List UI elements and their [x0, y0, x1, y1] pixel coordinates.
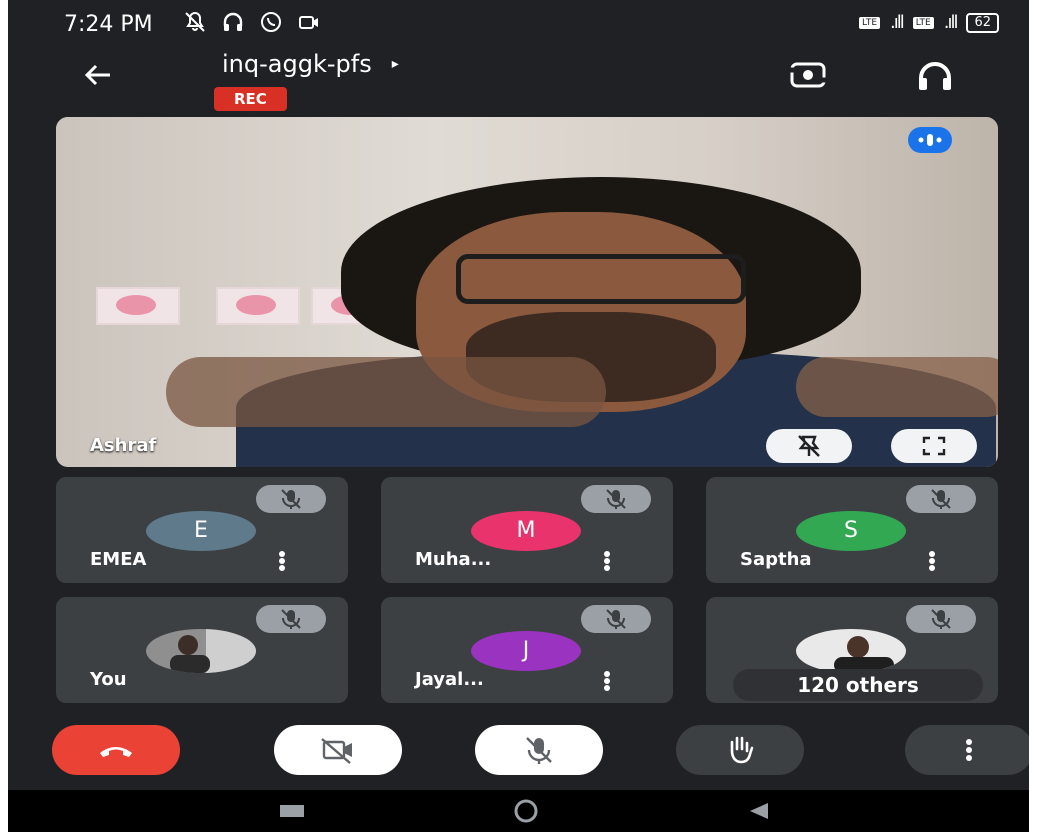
avatar: M	[471, 511, 581, 551]
mic-off-icon	[906, 605, 976, 633]
fullscreen-button[interactable]	[891, 429, 977, 463]
participant-name: Saptha	[740, 549, 812, 570]
participant-tile[interactable]: E EMEA	[56, 477, 348, 583]
video-person-hand	[796, 357, 998, 417]
switch-camera-icon	[788, 62, 828, 88]
fullscreen-icon	[922, 436, 946, 456]
signal-bars-icon: .ıll	[890, 12, 905, 33]
triangle-back-icon	[750, 803, 768, 819]
lte-signal-icon: LTE	[859, 16, 881, 29]
participant-tile[interactable]: S Saptha	[706, 477, 998, 583]
more-vert-icon	[929, 551, 935, 571]
mic-off-icon	[581, 605, 651, 633]
switch-camera-button[interactable]	[786, 58, 830, 92]
headset-icon	[221, 10, 245, 34]
video-person-glasses	[456, 254, 746, 304]
hand-icon	[730, 736, 754, 764]
mic-off-icon	[581, 485, 651, 513]
status-time: 7:24 PM	[64, 12, 153, 37]
chevron-right-icon: ▸	[391, 56, 399, 72]
back-button[interactable]	[78, 55, 118, 95]
participant-name: You	[90, 669, 127, 690]
camera-icon	[297, 10, 321, 34]
more-options-button[interactable]	[601, 669, 613, 693]
end-call-button[interactable]	[52, 725, 180, 775]
arrow-left-icon	[84, 64, 110, 86]
participant-name: EMEA	[90, 549, 147, 570]
whatsapp-icon	[259, 10, 283, 34]
more-options-button[interactable]	[276, 549, 288, 573]
mic-off-icon	[526, 737, 552, 764]
participant-name: Muha...	[415, 549, 492, 570]
videocam-off-icon	[321, 738, 352, 764]
battery-level: 62	[974, 14, 991, 30]
call-end-icon	[100, 747, 132, 757]
status-icons-right: LTE .ıll LTE .ıll 62	[859, 12, 999, 33]
headphones-icon	[919, 62, 951, 90]
video-person-hand	[166, 357, 606, 427]
avatar: S	[796, 511, 906, 551]
home-button[interactable]	[511, 798, 541, 824]
more-options-button[interactable]	[905, 725, 1029, 775]
avatar: J	[471, 631, 581, 671]
recents-button[interactable]	[277, 798, 307, 824]
system-nav-bar	[8, 790, 1029, 832]
unpin-icon	[798, 435, 820, 457]
circle-icon	[514, 799, 538, 823]
4g-signal-icon: .ıll	[943, 12, 959, 33]
more-vert-icon	[279, 551, 285, 571]
mic-off-icon	[906, 485, 976, 513]
audio-output-button[interactable]	[913, 58, 957, 94]
more-vert-icon	[966, 739, 972, 761]
participant-name: Jayal...	[415, 669, 484, 690]
avatar-photo	[146, 629, 256, 673]
recording-badge: REC	[214, 87, 287, 111]
more-vert-icon	[604, 671, 610, 691]
unpin-button[interactable]	[766, 429, 852, 463]
main-video-tile[interactable]: Ashraf	[56, 117, 998, 467]
mic-toggle-button[interactable]	[475, 725, 603, 775]
speaking-indicator-icon	[908, 127, 952, 153]
wall-frame	[96, 287, 180, 325]
status-icons-left	[183, 10, 321, 34]
lte-signal-icon-2: LTE	[912, 16, 934, 29]
avatar-photo	[796, 629, 906, 673]
participant-tile[interactable]: M Muha...	[381, 477, 673, 583]
square-icon	[280, 805, 304, 817]
participant-tile-self[interactable]: You	[56, 597, 348, 703]
camera-toggle-button[interactable]	[274, 725, 402, 775]
raise-hand-button[interactable]	[676, 725, 804, 775]
mute-notification-icon	[183, 10, 207, 34]
wall-frame	[216, 287, 300, 325]
more-options-button[interactable]	[926, 549, 938, 573]
meeting-code-button[interactable]: inq-aggk-pfs ▸	[222, 50, 399, 78]
more-options-button[interactable]	[601, 549, 613, 573]
mic-off-icon	[256, 485, 326, 513]
avatar: E	[146, 511, 256, 551]
back-nav-button[interactable]	[744, 798, 774, 824]
status-bar: 7:24 PM LTE .ıll LTE .ıll 62	[8, 0, 1029, 52]
main-participant-name: Ashraf	[90, 435, 157, 456]
battery-icon: 62	[966, 12, 999, 33]
others-count-button[interactable]: 120 others	[733, 669, 983, 701]
meeting-code: inq-aggk-pfs	[222, 50, 372, 78]
more-vert-icon	[604, 551, 610, 571]
meet-call-screen: 7:24 PM LTE .ıll LTE .ıll 62 inq-aggk-pf…	[8, 0, 1029, 832]
mic-off-icon	[256, 605, 326, 633]
participant-tile[interactable]: J Jayal...	[381, 597, 673, 703]
